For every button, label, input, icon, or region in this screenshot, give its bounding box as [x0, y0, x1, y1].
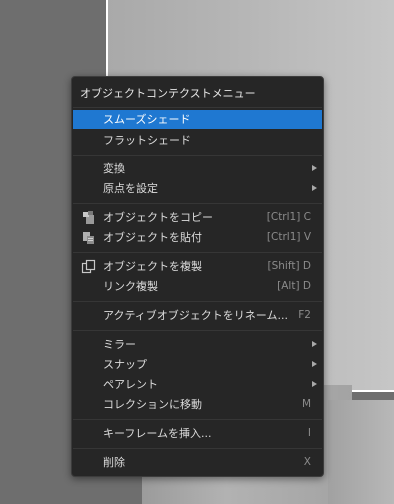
shortcut-label: [Alt] D — [277, 280, 311, 292]
menu-item-delete[interactable]: 削除 X — [73, 453, 322, 472]
menu-item-label: アクティブオブジェクトをリネーム... — [103, 309, 288, 322]
menu-item-mirror[interactable]: ミラー — [73, 335, 322, 354]
shortcut-label: [Shift] D — [267, 260, 311, 272]
menu-item-label: キーフレームを挿入... — [103, 427, 212, 440]
paste-objects-icon — [83, 232, 94, 244]
menu-separator — [73, 155, 322, 156]
menu-item-label: ミラー — [103, 338, 136, 351]
mesh-object[interactable] — [328, 400, 394, 504]
submenu-arrow-icon — [312, 381, 317, 387]
menu-item-rename-active[interactable]: アクティブオブジェクトをリネーム... F2 — [73, 306, 322, 325]
menu-item-label: コレクションに移動 — [103, 398, 202, 411]
submenu-arrow-icon — [312, 165, 317, 171]
duplicate-icon — [81, 259, 96, 274]
menu-separator — [73, 301, 322, 302]
menu-separator — [73, 203, 322, 204]
menu-item-label: リンク複製 — [103, 280, 158, 293]
menu-item-shade-flat[interactable]: フラットシェード — [73, 131, 322, 150]
menu-item-label: スムーズシェード — [103, 113, 191, 126]
submenu-arrow-icon — [312, 185, 317, 191]
menu-item-transform[interactable]: 変換 — [73, 159, 322, 178]
submenu-arrow-icon — [312, 341, 317, 347]
shortcut-label: [Ctrl1] V — [266, 231, 311, 243]
shortcut-label: X — [303, 456, 311, 468]
submenu-arrow-icon — [312, 361, 317, 367]
menu-item-copy-objects[interactable]: オブジェクトをコピー [Ctrl1] C — [73, 208, 322, 227]
menu-item-snap[interactable]: スナップ — [73, 355, 322, 374]
menu-item-move-to-collection[interactable]: コレクションに移動 M — [73, 395, 322, 414]
menu-item-label: オブジェクトを複製 — [103, 260, 202, 273]
object-context-menu: オブジェクトコンテクストメニュー スムーズシェード フラットシェード 変換 原点… — [71, 76, 324, 477]
menu-title: オブジェクトコンテクストメニュー — [80, 87, 256, 100]
shortcut-label: M — [301, 398, 311, 410]
menu-item-label: オブジェクトをコピー — [103, 211, 213, 224]
menu-item-insert-keyframe[interactable]: キーフレームを挿入... I — [73, 424, 322, 443]
menu-separator — [73, 330, 322, 331]
menu-item-parent[interactable]: ペアレント — [73, 375, 322, 394]
shortcut-label: F2 — [298, 309, 311, 321]
menu-item-label: スナップ — [103, 358, 147, 371]
menu-item-set-origin[interactable]: 原点を設定 — [73, 179, 322, 198]
copy-objects-icon — [83, 211, 94, 224]
menu-item-label: 削除 — [103, 456, 125, 469]
menu-separator — [73, 252, 322, 253]
menu-item-label: 原点を設定 — [103, 182, 158, 195]
menu-item-duplicate-linked[interactable]: リンク複製 [Alt] D — [73, 277, 322, 296]
menu-item-paste-objects[interactable]: オブジェクトを貼付 [Ctrl1] V — [73, 228, 322, 247]
shortcut-label: [Ctrl1] C — [266, 211, 311, 223]
menu-item-label: フラットシェード — [103, 134, 191, 147]
menu-item-label: ペアレント — [103, 378, 158, 391]
menu-item-label: 変換 — [103, 162, 125, 175]
menu-separator — [73, 419, 322, 420]
shortcut-label: I — [307, 427, 311, 439]
menu-item-duplicate-objects[interactable]: オブジェクトを複製 [Shift] D — [73, 257, 322, 276]
menu-item-shade-smooth[interactable]: スムーズシェード — [73, 110, 322, 129]
menu-item-label: オブジェクトを貼付 — [103, 231, 202, 244]
menu-separator — [73, 107, 322, 108]
menu-separator — [73, 448, 322, 449]
